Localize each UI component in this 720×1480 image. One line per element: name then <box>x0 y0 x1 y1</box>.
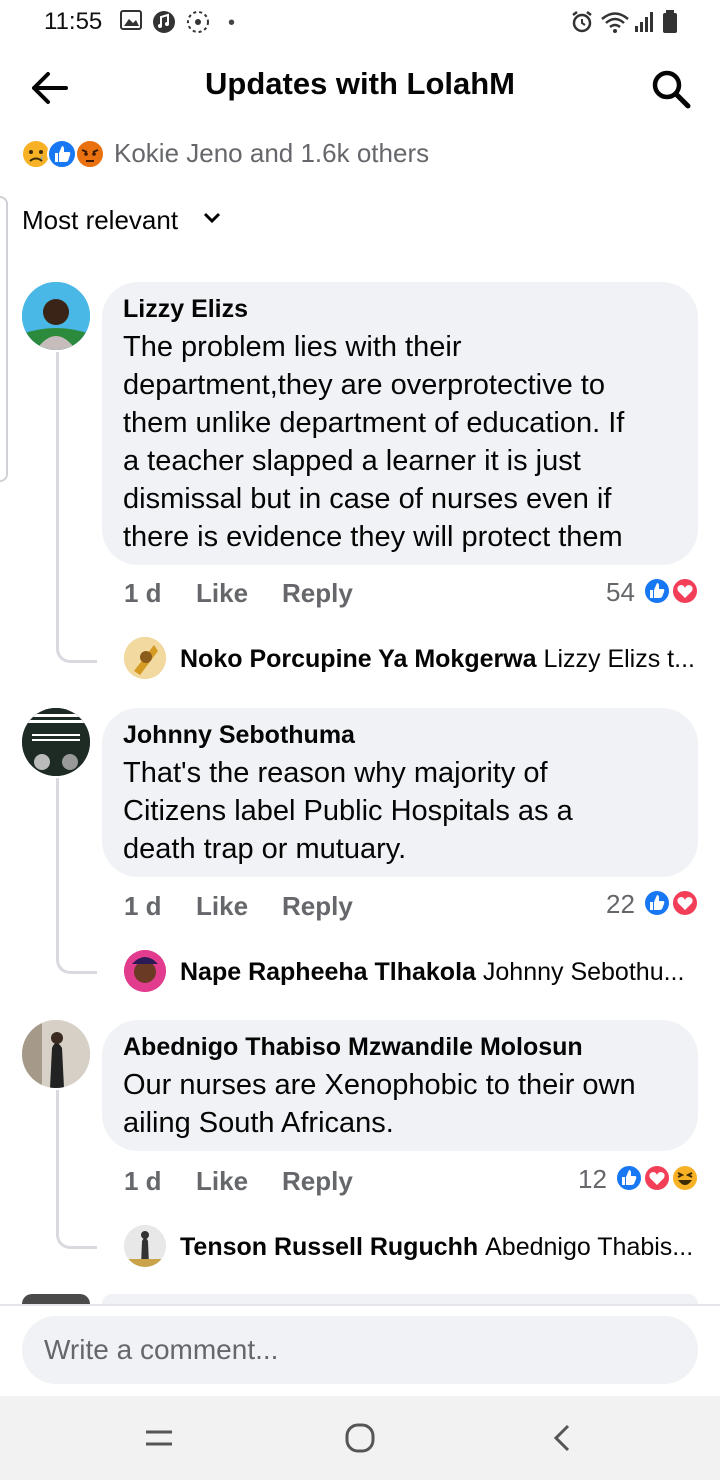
comment-line: That's the reason why majority of <box>123 757 548 789</box>
reply-preview[interactable]: Noko Porcupine Ya Mokgerwa Lizzy Elizs t… <box>180 645 695 674</box>
reply-avatar-image <box>124 950 166 992</box>
comment-line: department,they are overprotective to <box>123 369 605 401</box>
settings-dots-icon <box>187 11 209 33</box>
avatar[interactable] <box>22 282 90 350</box>
like-reaction-icon <box>615 1164 643 1192</box>
thread-line <box>56 352 97 663</box>
like-button[interactable]: Like <box>196 1166 248 1197</box>
comment-line: Our nurses are Xenophobic to their own <box>123 1069 636 1101</box>
signal-icon <box>635 12 653 32</box>
comment-text: Our nurses are Xenophobic to their own a… <box>123 1066 636 1142</box>
chevron-down-icon[interactable] <box>203 210 221 226</box>
reaction-count[interactable]: 54 <box>606 577 635 608</box>
comment-line: ailing South Africans. <box>123 1107 394 1139</box>
reactions-summary[interactable] <box>20 138 110 170</box>
reply-avatar-image <box>124 637 166 679</box>
comment-text: That's the reason why majority of Citize… <box>123 754 573 868</box>
comment-line: them unlike department of education. If <box>123 407 625 439</box>
reply-button[interactable]: Reply <box>282 891 353 922</box>
like-reaction-icon <box>643 889 671 917</box>
love-reaction-icon <box>671 889 699 917</box>
thread-line <box>56 778 97 974</box>
comment-author[interactable]: Lizzy Elizs <box>123 295 248 324</box>
reaction-count[interactable]: 22 <box>606 889 635 920</box>
composer-divider <box>0 1304 720 1306</box>
comment-line: there is evidence they will protect them <box>123 521 623 553</box>
comment-text: The problem lies with their department,t… <box>123 328 624 556</box>
avatar-image <box>22 1020 90 1088</box>
navigation-bar <box>0 1396 720 1480</box>
avatar-image <box>22 708 90 776</box>
comment-line: a teacher slapped a learner it is just <box>123 445 581 477</box>
comment-time: 1 d <box>124 578 162 608</box>
reply-avatar[interactable] <box>124 1225 166 1267</box>
sort-dropdown[interactable]: Most relevant <box>22 205 178 236</box>
reply-preview[interactable]: Nape Rapheeha Tlhakola Johnny Sebothu... <box>180 958 684 987</box>
reply-avatar[interactable] <box>124 637 166 679</box>
reaction-count[interactable]: 12 <box>578 1164 607 1195</box>
recent-apps-icon[interactable] <box>144 1426 174 1450</box>
avatar-image <box>22 282 90 350</box>
angry-reaction-icon <box>75 139 105 169</box>
comment-time: 1 d <box>124 891 162 921</box>
status-time: 11:55 <box>44 8 103 35</box>
next-avatar-peek <box>22 1294 90 1304</box>
page-title: Updates with LolahM <box>205 66 515 101</box>
next-bubble-peek <box>102 1294 698 1304</box>
alarm-icon <box>572 11 592 33</box>
comment-bubble[interactable]: Johnny Sebothuma That's the reason why m… <box>102 708 698 877</box>
comment-time: 1 d <box>124 1166 162 1196</box>
reply-author[interactable]: Nape Rapheeha Tlhakola <box>180 958 476 986</box>
like-reaction-icon <box>643 577 671 605</box>
reply-button[interactable]: Reply <box>282 1166 353 1197</box>
home-icon[interactable] <box>344 1422 376 1454</box>
status-bar: 11:55 • <box>0 0 720 44</box>
search-icon[interactable] <box>650 68 692 110</box>
reply-snippet: Johnny Sebothu... <box>482 958 685 986</box>
love-reaction-icon <box>671 577 699 605</box>
comment-line: dismissal but in case of nurses even if <box>123 483 612 515</box>
avatar[interactable] <box>22 708 90 776</box>
haha-reaction-icon <box>671 1164 699 1192</box>
scroll-edge <box>0 196 8 482</box>
reply-author[interactable]: Tenson Russell Ruguchh <box>180 1233 478 1261</box>
reply-snippet: Abednigo Thabis... <box>485 1233 694 1261</box>
reply-avatar-image <box>124 1225 166 1267</box>
comment-line: death trap or mutuary. <box>123 833 407 865</box>
avatar[interactable] <box>22 1020 90 1088</box>
comment-bubble[interactable]: Abednigo Thabiso Mzwandile Molosun Our n… <box>102 1020 698 1151</box>
more-dot: • <box>228 12 236 34</box>
reply-preview[interactable]: Tenson Russell Ruguchh Abednigo Thabis..… <box>180 1233 693 1262</box>
reply-avatar[interactable] <box>124 950 166 992</box>
thread-line <box>56 1090 97 1249</box>
battery-icon <box>663 10 677 33</box>
back-arrow-icon[interactable] <box>28 68 72 108</box>
like-button[interactable]: Like <box>196 891 248 922</box>
comment-author[interactable]: Johnny Sebothuma <box>123 721 355 750</box>
reply-author[interactable]: Noko Porcupine Ya Mokgerwa <box>180 645 537 673</box>
music-icon <box>153 11 175 33</box>
comment-author[interactable]: Abednigo Thabiso Mzwandile Molosun <box>123 1033 583 1062</box>
like-button[interactable]: Like <box>196 578 248 609</box>
comment-bubble[interactable]: Lizzy Elizs The problem lies with their … <box>102 282 698 565</box>
reply-button[interactable]: Reply <box>282 578 353 609</box>
comment-line: The problem lies with their <box>123 331 462 363</box>
love-reaction-icon <box>643 1164 671 1192</box>
wifi-icon <box>601 12 629 33</box>
comment-input[interactable] <box>22 1316 698 1384</box>
reactions-summary-text[interactable]: Kokie Jeno and 1.6k others <box>114 138 429 169</box>
comment-line: Citizens label Public Hospitals as a <box>123 795 573 827</box>
reply-snippet: Lizzy Elizs t... <box>543 645 695 673</box>
gallery-icon <box>120 10 142 30</box>
back-nav-icon[interactable] <box>550 1422 574 1454</box>
